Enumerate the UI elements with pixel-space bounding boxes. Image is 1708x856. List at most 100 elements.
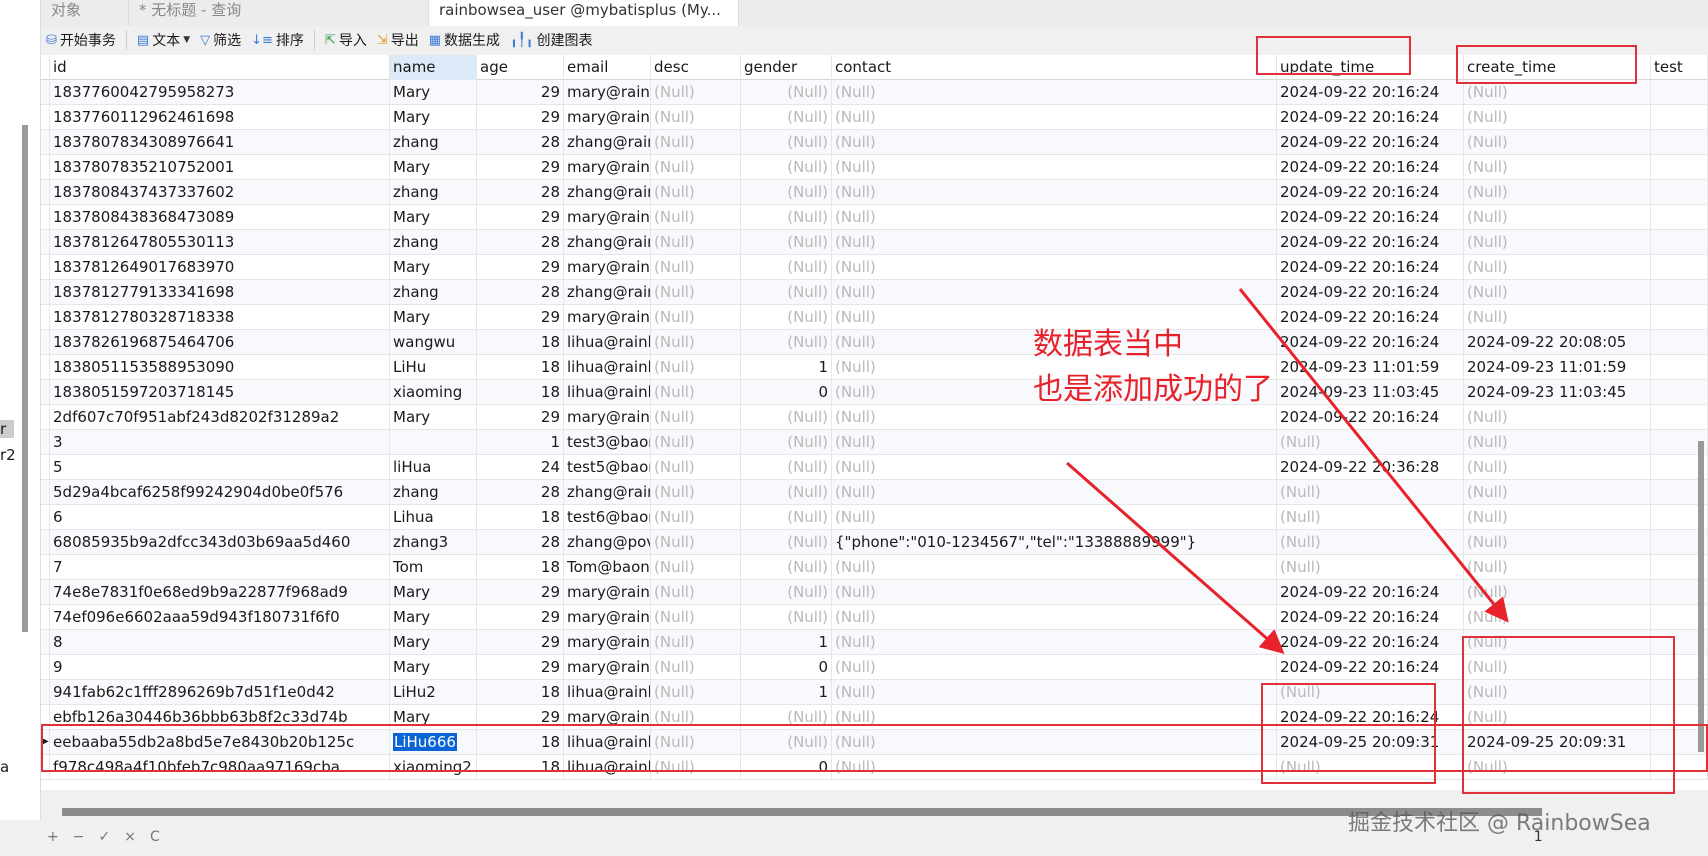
cell-email[interactable]: mary@rainb xyxy=(564,255,651,280)
cell-update-time[interactable]: 2024-09-22 20:16:24 xyxy=(1277,205,1464,230)
cell-gender[interactable]: 0 xyxy=(741,655,832,680)
cell-id[interactable]: 1837808438368473089 xyxy=(50,205,390,230)
cell-id[interactable]: 5d29a4bcaf6258f99242904d0be0f576 xyxy=(50,480,390,505)
add-record-button[interactable]: + xyxy=(47,829,59,845)
cell-update-time[interactable]: 2024-09-22 20:16:24 xyxy=(1277,230,1464,255)
cell-gender[interactable]: (Null) xyxy=(741,405,832,430)
cell-age[interactable]: 24 xyxy=(477,455,564,480)
cell-test[interactable] xyxy=(1651,80,1708,105)
column-header-email[interactable]: email xyxy=(564,55,651,80)
column-header-desc[interactable]: desc xyxy=(651,55,741,80)
cell-id[interactable]: 1837807835210752001 xyxy=(50,155,390,180)
cell-id[interactable]: f978c498a4f10bfeb7c980aa97169cba xyxy=(50,755,390,780)
cell-id[interactable]: 1837812649017683970 xyxy=(50,255,390,280)
cell-gender[interactable]: (Null) xyxy=(741,105,832,130)
cell-create-time[interactable]: (Null) xyxy=(1464,130,1651,155)
cell-id[interactable]: 68085935b9a2dfcc343d03b69aa5d460 xyxy=(50,530,390,555)
cell-contact[interactable]: (Null) xyxy=(832,730,1277,755)
cell-email[interactable]: zhang@rain xyxy=(564,480,651,505)
cell-email[interactable]: mary@rainb xyxy=(564,205,651,230)
cell-age[interactable]: 18 xyxy=(477,330,564,355)
cell-update-time[interactable]: (Null) xyxy=(1277,430,1464,455)
cell-name[interactable]: xiaoming2 xyxy=(390,755,477,780)
cell-desc[interactable]: (Null) xyxy=(651,705,741,730)
table-row[interactable]: 1838051597203718145 xiaoming 18 lihua@rainb… xyxy=(41,380,1708,405)
cell-gender[interactable]: (Null) xyxy=(741,530,832,555)
cell-name[interactable]: Mary xyxy=(390,105,477,130)
table-row[interactable]: 7 Tom 18 Tom@baon (Null) (Null) (Null) (Null) (N… xyxy=(41,555,1708,580)
cell-gender[interactable]: (Null) xyxy=(741,130,832,155)
cell-test[interactable] xyxy=(1651,130,1708,155)
cell-name[interactable]: Mary xyxy=(390,305,477,330)
cell-create-time[interactable]: (Null) xyxy=(1464,680,1651,705)
table-row[interactable]: ebfb126a30446b36bbb63b8f2c33d74b Mary 29 ma… xyxy=(41,705,1708,730)
cell-desc[interactable]: (Null) xyxy=(651,305,741,330)
cell-contact[interactable]: (Null) xyxy=(832,80,1277,105)
cell-create-time[interactable]: (Null) xyxy=(1464,480,1651,505)
cell-update-time[interactable]: 2024-09-23 11:03:45 xyxy=(1277,380,1464,405)
cell-gender[interactable]: (Null) xyxy=(741,605,832,630)
cell-id[interactable]: 74ef096e6602aaa59d943f180731f6f0 xyxy=(50,605,390,630)
cell-email[interactable]: mary@rainb xyxy=(564,155,651,180)
cell-create-time[interactable]: 2024-09-25 20:09:31 xyxy=(1464,730,1651,755)
cell-contact[interactable]: (Null) xyxy=(832,630,1277,655)
cell-age[interactable]: 28 xyxy=(477,180,564,205)
cell-id[interactable]: 1838051597203718145 xyxy=(50,380,390,405)
cell-name[interactable]: xiaoming xyxy=(390,380,477,405)
sidebar-scrollbar[interactable] xyxy=(22,125,28,632)
cell-age[interactable]: 28 xyxy=(477,480,564,505)
cell-name[interactable]: zhang xyxy=(390,130,477,155)
cell-test[interactable] xyxy=(1651,205,1708,230)
cell-gender[interactable]: 0 xyxy=(741,380,832,405)
cell-age[interactable]: 18 xyxy=(477,680,564,705)
table-row[interactable]: 1837807834308976641 zhang 28 zhang@rain (Nul… xyxy=(41,130,1708,155)
cell-id[interactable]: 1837826196875464706 xyxy=(50,330,390,355)
cell-create-time[interactable]: (Null) xyxy=(1464,555,1651,580)
cell-contact[interactable]: (Null) xyxy=(832,130,1277,155)
cell-contact[interactable]: (Null) xyxy=(832,105,1277,130)
cell-desc[interactable]: (Null) xyxy=(651,130,741,155)
cell-create-time[interactable]: (Null) xyxy=(1464,305,1651,330)
cell-age[interactable]: 18 xyxy=(477,380,564,405)
cell-email[interactable]: lihua@rainb xyxy=(564,755,651,780)
column-header-name[interactable]: name xyxy=(390,55,477,80)
cell-email[interactable]: mary@rainb xyxy=(564,630,651,655)
cell-age[interactable]: 28 xyxy=(477,230,564,255)
filter-button[interactable]: ▽ 筛选 xyxy=(200,30,241,50)
table-row[interactable]: 1837812779133341698 zhang 28 zhang@rain (Nul… xyxy=(41,280,1708,305)
table-row[interactable]: 3 1 test3@baor (Null) (Null) (Null) (Null) (Nul… xyxy=(41,430,1708,455)
cell-email[interactable]: test3@baor xyxy=(564,430,651,455)
begin-transaction-button[interactable]: ⛁ 开始事务 xyxy=(46,30,116,50)
cell-update-time[interactable]: 2024-09-23 11:01:59 xyxy=(1277,355,1464,380)
cell-create-time[interactable]: (Null) xyxy=(1464,230,1651,255)
table-row[interactable]: 8 Mary 29 mary@rainb (Null) 1 (Null) 2024-09-22… xyxy=(41,630,1708,655)
cell-name[interactable]: LiHu666 xyxy=(390,730,477,755)
tab-objects[interactable]: 对象 xyxy=(41,0,129,26)
table-row[interactable]: 1837760042795958273 Mary 29 mary@rainb (Null… xyxy=(41,80,1708,105)
cell-name[interactable]: zhang xyxy=(390,480,477,505)
cell-id[interactable]: 2df607c70f951abf243d8202f31289a2 xyxy=(50,405,390,430)
cell-id[interactable]: 6 xyxy=(50,505,390,530)
cell-contact[interactable]: (Null) xyxy=(832,455,1277,480)
cell-create-time[interactable]: (Null) xyxy=(1464,280,1651,305)
cell-age[interactable]: 18 xyxy=(477,505,564,530)
cell-id[interactable]: 3 xyxy=(50,430,390,455)
cell-gender[interactable]: (Null) xyxy=(741,505,832,530)
cell-desc[interactable]: (Null) xyxy=(651,755,741,780)
cell-desc[interactable]: (Null) xyxy=(651,480,741,505)
cell-name[interactable]: zhang xyxy=(390,280,477,305)
cell-desc[interactable]: (Null) xyxy=(651,380,741,405)
cell-contact[interactable]: (Null) xyxy=(832,755,1277,780)
sort-button[interactable]: ↓≡ 排序 xyxy=(251,30,304,50)
cell-email[interactable]: lihua@rainb xyxy=(564,680,651,705)
cell-test[interactable] xyxy=(1651,180,1708,205)
column-header-create-time[interactable]: create_time xyxy=(1464,55,1651,80)
cell-id[interactable]: 1837808437437337602 xyxy=(50,180,390,205)
cell-age[interactable]: 29 xyxy=(477,405,564,430)
cell-email[interactable]: zhang@rain xyxy=(564,180,651,205)
cell-update-time[interactable]: (Null) xyxy=(1277,480,1464,505)
cell-id[interactable]: eebaaba55db2a8bd5e7e8430b20b125c xyxy=(50,730,390,755)
cell-create-time[interactable]: (Null) xyxy=(1464,405,1651,430)
cell-id[interactable]: 1837760112962461698 xyxy=(50,105,390,130)
table-row[interactable]: 5d29a4bcaf6258f99242904d0be0f576 zhang 28 z… xyxy=(41,480,1708,505)
